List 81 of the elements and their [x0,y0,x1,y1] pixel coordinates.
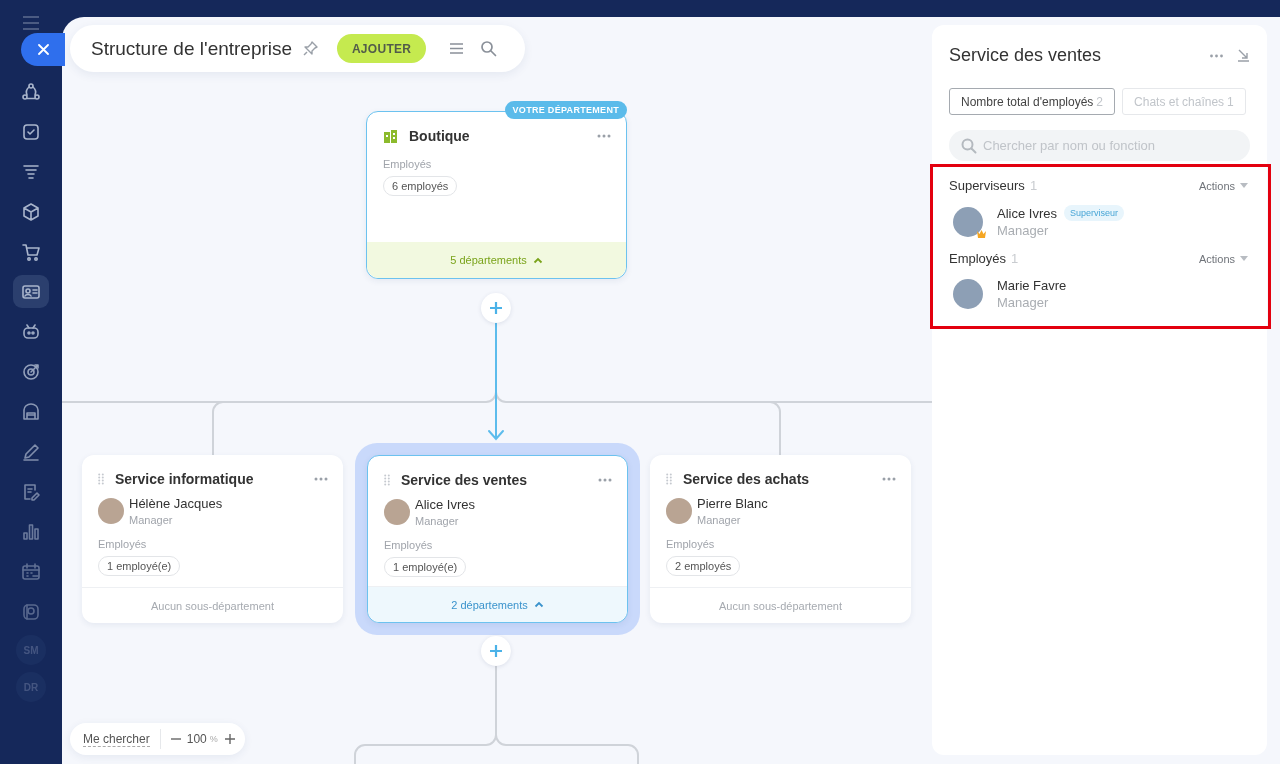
caret-icon [1240,183,1248,188]
caret-icon [1240,256,1248,261]
store-icon [21,401,41,422]
member-name: Marie Favre [997,278,1067,293]
chevron-icon [533,601,544,608]
department-name: Service des ventes [401,472,529,488]
department-card[interactable]: Service informatique Hélène Jacques Manager Employés 1 employé(e) Aucun sous-département [82,455,343,623]
member-row[interactable]: Alice Ivres Superviseur Manager [933,193,1268,248]
bar-chart-icon [21,521,41,542]
role-tag: Superviseur [1063,205,1124,221]
department-name: Service des achats [683,471,811,487]
zoom-level: 100 [186,732,207,746]
menu-icon[interactable] [448,40,466,57]
section-title: Superviseurs [949,178,1025,193]
zoom-in-icon[interactable] [224,734,235,744]
document-icon [21,481,41,502]
member-name: Alice Ivres [997,205,1057,221]
calendar-icon [21,561,41,582]
arrow-down-right-icon[interactable] [1237,49,1249,62]
avatar [98,498,124,524]
department-name: Boutique [409,128,471,144]
robot-icon [21,321,41,342]
employees-label: Employés [384,539,434,551]
chevron-icon [532,256,543,264]
panel-tab[interactable]: Nombre total d'employés 2 [949,88,1116,115]
actions-dropdown[interactable]: Actions [1198,179,1248,192]
avatar [666,498,692,524]
department-badge: VOTRE DÉPARTEMENT [504,101,627,119]
head-role: Manager [129,514,174,526]
panel-title: Service des ventes [949,45,1103,66]
more-icon[interactable] [597,134,611,138]
zoom-unit: % [209,734,218,744]
head-role: Manager [697,514,742,526]
more-icon[interactable] [1210,53,1223,58]
section-title: Employés [949,251,1007,266]
member-row[interactable]: Marie Favre Manager [933,266,1268,320]
building-icon [383,128,398,144]
checkbox-icon [21,121,41,142]
menu-icon[interactable] [22,16,40,30]
search-icon[interactable] [480,40,498,57]
department-name: Service informatique [115,471,255,487]
avatar [953,279,983,309]
avatar [384,499,410,525]
employees-label: Employés [98,538,148,550]
add-button[interactable]: AJOUTER [337,34,427,63]
actions-dropdown[interactable]: Actions [1198,252,1248,265]
add-node-button[interactable] [481,293,511,323]
subdepartments-note: Aucun sous-département [82,587,343,623]
pencil-icon [21,441,41,462]
plus-icon [489,301,503,315]
box-icon [21,201,41,222]
head-name: Pierre Blanc [697,496,768,511]
department-card[interactable]: Service des achats Pierre Blanc Manager Employés 2 employés Aucun sous-département [650,455,911,623]
employees-label: Employés [383,158,433,170]
search-icon [961,138,977,154]
member-role: Manager [997,295,1050,310]
close-button[interactable] [21,33,65,66]
target-icon [21,361,41,382]
plus-icon [489,644,503,658]
employees-label: Employés [666,538,716,550]
find-me-link[interactable]: Me chercher [83,731,150,747]
department-card[interactable]: Service des ventes Alice Ivres Manager Employés 1 employé(e) 2 départements [367,455,628,623]
drag-handle-icon[interactable] [384,474,390,486]
pin-icon[interactable] [302,40,320,57]
share-nodes-icon [21,81,41,102]
head-name: Alice Ivres [415,497,475,512]
close-icon [37,44,49,55]
sidebar-item[interactable] [13,275,49,308]
member-role: Manager [997,223,1050,238]
head-role: Manager [415,515,460,527]
drag-handle-icon[interactable] [98,473,104,485]
more-icon[interactable] [882,477,896,481]
badge-icon [21,601,41,622]
cart-icon [21,241,41,262]
more-icon[interactable] [314,477,328,481]
page-title: Structure de l'entreprise [91,37,293,60]
more-icon[interactable] [598,478,612,482]
drag-handle-icon[interactable] [666,473,672,485]
add-node-button[interactable] [481,636,511,666]
subdepartments-note: Aucun sous-département [650,587,911,623]
head-name: Hélène Jacques [129,496,223,511]
